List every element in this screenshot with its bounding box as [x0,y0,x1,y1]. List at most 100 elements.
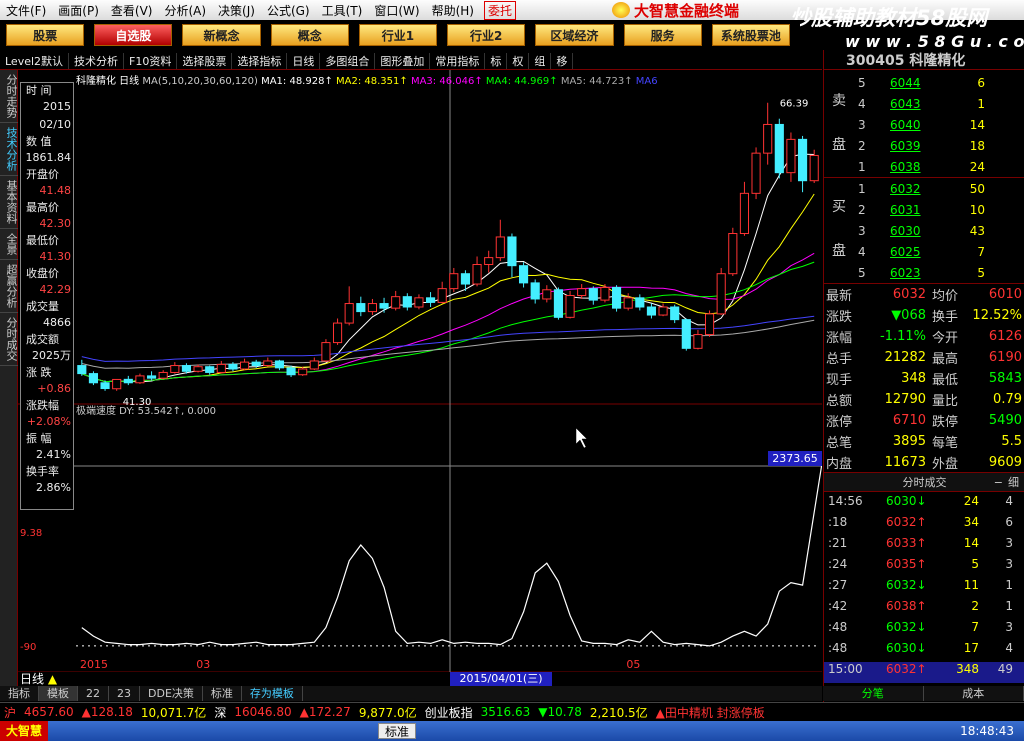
sell_label-char-0: 卖 [832,93,846,109]
detail-icon[interactable]: 细 [1008,473,1019,493]
stat-value-2: 0.79 [993,392,1022,407]
tick-price: 6033↑ [886,536,927,550]
tick-count: 1 [1005,578,1013,592]
menu-item-4[interactable]: 决策(J) [212,2,261,19]
toolbar-item-9[interactable]: 标 [485,52,508,69]
panel-tab-0[interactable]: 分笔 [823,686,924,701]
template-tab-0[interactable]: 指标 [0,686,39,701]
ma5-value: MA5: 44.723↑ [560,76,633,87]
candle-body-0 [77,365,87,375]
nav-button-6[interactable]: 区域经济 [535,24,614,46]
menu-item-7[interactable]: 窗口(W) [368,2,425,19]
menu-item-1[interactable]: 画面(P) [52,2,105,19]
sz-amount: 9,877.0亿 [358,705,417,720]
start-button[interactable]: 大智慧 [0,721,49,741]
nav-button-4[interactable]: 行业1 [358,24,438,46]
news-ticker[interactable]: ▲田中精机 封涨停板 [652,704,769,721]
menu-item-8[interactable]: 帮助(H) [426,2,480,19]
tick-count: 1 [1005,599,1013,613]
toolbar-item-5[interactable]: 日线 [287,52,321,69]
sell-row-0[interactable]: 5 6044 6 [824,72,1024,93]
ma4-value: MA4: 44.969↑ [485,76,558,87]
toolbar-item-1[interactable]: 技术分析 [69,52,125,69]
nav-button-7[interactable]: 服务 [623,24,702,46]
panel-tab-1[interactable]: 成本 [924,686,1024,701]
high-price-label: 66.39 [780,99,809,110]
buy-row-2[interactable]: 3 6030 43 [824,220,1024,241]
nav-button-0[interactable]: 股票 [6,24,85,46]
stat-label: 总笔 [826,436,853,451]
template-tab-1[interactable]: 模板 [39,686,78,701]
side-tab-1[interactable]: 技术分析 [0,123,18,176]
nav-button-8[interactable]: 系统股票池 [711,24,790,46]
nav-button-5[interactable]: 行业2 [447,24,526,46]
menu-item-5[interactable]: 公式(G) [261,2,316,19]
template-tab-3[interactable]: 23 [109,686,140,701]
nav-button-1[interactable]: 自选股 [94,24,173,46]
stat-value: 3895 [892,434,926,449]
sell-row-1[interactable]: 4 6043 1 [824,93,1024,114]
toolbar-item-12[interactable]: 移 [551,52,574,69]
category-navbar: 股票 自选股 新概念 概念 行业1 行业2 区域经济 服务 系统股票池 [0,20,800,50]
databox-value-12: 2.86% [36,481,71,494]
side-tab-5[interactable]: 分时成交 [0,313,18,366]
candle-body-27 [391,296,401,309]
nav-button-3[interactable]: 概念 [270,24,349,46]
toolbar-item-10[interactable]: 权 [507,52,530,69]
taskbar: 大智慧 标准 18:48:43 [0,721,1024,741]
buy-row-3[interactable]: 4 6025 7 [824,241,1024,262]
buy-row-1[interactable]: 2 6031 10 [824,199,1024,220]
side-tab-2[interactable]: 基本资料 [0,176,18,229]
sz-change: ▲172.27 [299,705,351,719]
nav-button-2[interactable]: 新概念 [182,24,261,46]
sz-index[interactable]: 16046.80 [230,705,295,719]
menu-item-6[interactable]: 工具(T) [316,2,369,19]
stat-value-2: 12.52% [972,308,1022,323]
stat-label: 涨幅 [826,331,853,346]
stock-title: 300405 科隆精化 [824,50,1024,70]
toolbar-item-0[interactable]: Level2默认 [0,52,70,69]
buy-row-4[interactable]: 5 6023 5 [824,262,1024,283]
toolbar-item-6[interactable]: 多图组合 [320,52,376,69]
menu-item-0[interactable]: 文件(F) [0,2,52,19]
candle-body-60 [774,123,784,174]
sh-index[interactable]: 4657.60 [20,705,78,719]
sh-change: ▲128.18 [81,705,133,719]
candle-body-55 [716,273,726,315]
buy-row-0[interactable]: 1 6032 50 [824,178,1024,199]
cy-amount: 2,210.5亿 [589,705,648,720]
entrust-button[interactable]: 委托 [483,0,516,20]
kline-chart[interactable]: 66.39 41.30 9.38 -90 2015 03 05 [18,70,873,673]
template-tab-6[interactable]: 存为模板 [242,686,303,701]
toolbar-item-7[interactable]: 图形叠加 [375,52,431,69]
side-tab-0[interactable]: 分时走势 [0,70,18,123]
toolbar-item-2[interactable]: F10资料 [124,52,178,69]
stat-row-1: 涨跌 ▼068 换手 12.52% [824,305,1024,326]
x-axis-label-1: 03 [196,658,210,671]
sell-row-4[interactable]: 1 6038 24 [824,156,1024,177]
chart-area[interactable]: 66.39 41.30 9.38 -90 2015 03 05 [18,70,873,673]
toolbar-item-4[interactable]: 选择指标 [232,52,288,69]
template-tab-5[interactable]: 标准 [203,686,242,701]
sell-volume: 1 [977,96,985,111]
sell-row-2[interactable]: 3 6040 14 [824,114,1024,135]
side-tab-3[interactable]: 全景 [0,229,18,260]
period-text: 日线 [20,672,45,686]
sell-volume: 18 [969,138,985,153]
side-tab-4[interactable]: 超赢分析 [0,260,18,313]
toolbar-item-3[interactable]: 选择股票 [177,52,233,69]
menu-item-3[interactable]: 分析(A) [158,2,212,19]
candle-body-38 [518,265,529,284]
toolbar-item-8[interactable]: 常用指标 [430,52,486,69]
period-label[interactable]: 日线 ▲ [20,670,57,687]
toolbar-item-11[interactable]: 组 [529,52,552,69]
ime-indicator[interactable]: 标准 [378,723,417,739]
menu-item-2[interactable]: 查看(V) [105,2,159,19]
candle-body-28 [402,296,412,308]
template-tab-4[interactable]: DDE决策 [140,686,203,701]
minus-icon[interactable]: − [994,473,1003,493]
sell-row-3[interactable]: 2 6039 18 [824,135,1024,156]
template-tab-2[interactable]: 22 [78,686,109,701]
cy-index[interactable]: 3516.63 [477,705,535,719]
cy-label: 创业板指 [424,705,473,720]
